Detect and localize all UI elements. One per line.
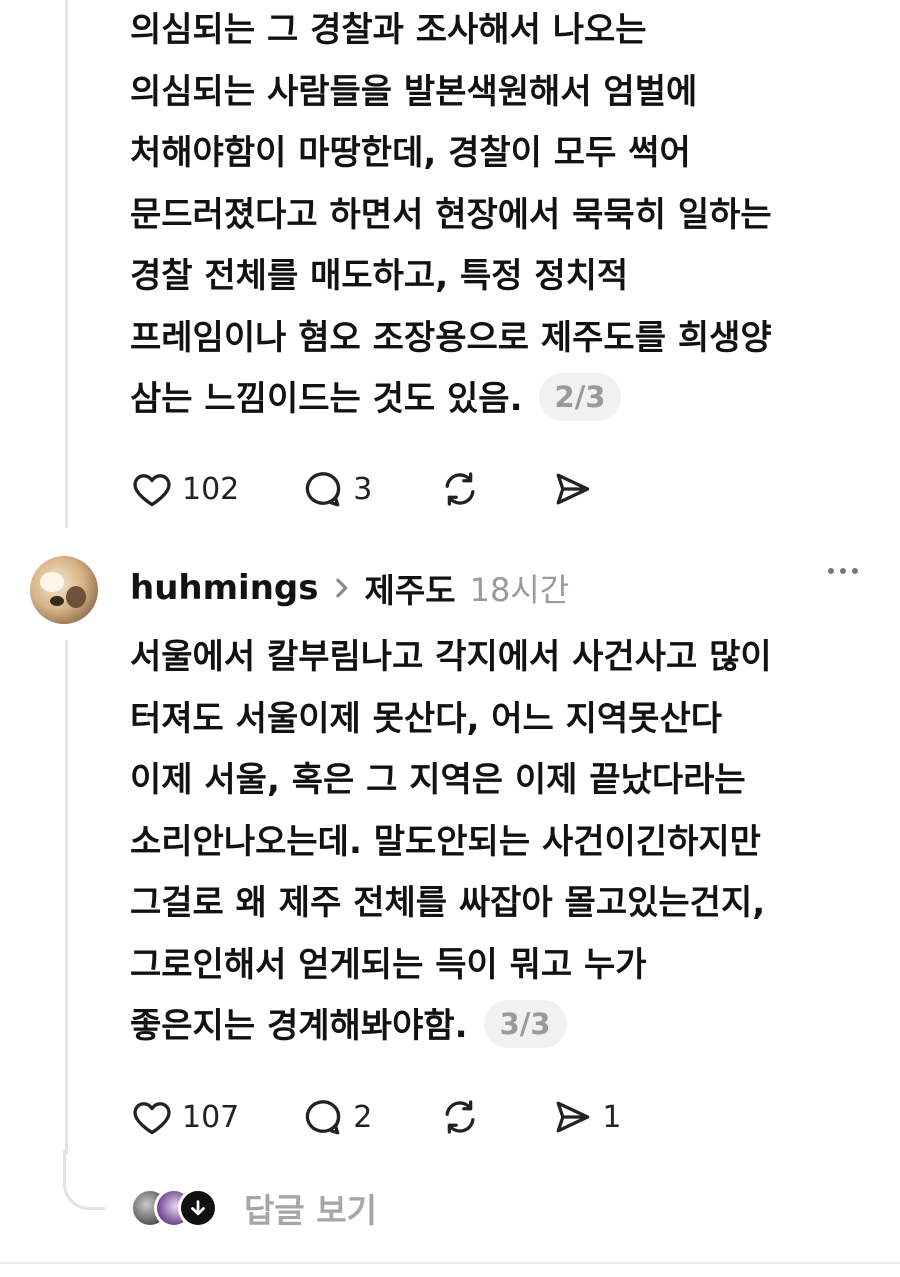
send-icon	[550, 1095, 594, 1139]
post1-actions: 102 3	[130, 464, 642, 514]
heart-icon	[130, 1095, 174, 1139]
post1-like-button[interactable]: 102	[130, 467, 239, 511]
timestamp: 18시간	[469, 571, 570, 609]
post2-like-count: 107	[182, 1099, 240, 1135]
topic-tag[interactable]: 제주도	[364, 564, 455, 612]
avatar[interactable]	[30, 556, 98, 624]
post2-line: 터져도 서울이제 못산다, 어느 지역못산다	[130, 698, 723, 739]
post2-line: 그걸로 왜 제주 전체를 싸잡아 몰고있는건지,	[130, 883, 766, 923]
post2-page-counter: 3/3	[483, 999, 567, 1048]
post1-body: 의심되는 그 경찰과 조사해서 나오는 의심되는 사람들을 발본색원해서 엄벌에…	[130, 0, 880, 431]
post1-line: 경찰 전체를 매도하고, 특정 정치적	[130, 256, 629, 296]
comment-bubble-icon	[301, 467, 345, 511]
chevron-right-icon	[332, 577, 350, 599]
post1-line: 문드러졌다고 하면서 현장에서 묵묵히 일하는	[130, 194, 772, 235]
post2-line: 그로인해서 얻게되는 득이 뭐고 누가	[130, 944, 647, 985]
post2-like-button[interactable]: 107	[130, 1095, 239, 1139]
repost-icon	[438, 467, 482, 511]
post2-share-count: 1	[602, 1099, 622, 1135]
post2-comment-count: 2	[353, 1099, 373, 1135]
divider	[0, 1262, 900, 1264]
post2-comment-button[interactable]: 2	[301, 1095, 372, 1139]
repost-icon	[438, 1095, 482, 1139]
post1-line: 의심되는 사람들을 발본색원해서 엄벌에	[130, 71, 698, 112]
post1-last-line: 삼는 느낌이드는 것도 있음.	[130, 379, 523, 419]
post2-header: huhmings 제주도 18시간	[130, 562, 569, 614]
comment-bubble-icon	[301, 1095, 345, 1139]
post1-comment-button[interactable]: 3	[301, 467, 372, 511]
post2-repost-button[interactable]	[438, 1095, 482, 1139]
post2-share-button[interactable]: 1	[550, 1095, 621, 1139]
thread-line-top	[65, 0, 68, 528]
post2-line: 서울에서 칼부림나고 각지에서 사건사고 많이	[130, 637, 772, 677]
post2-body: 서울에서 칼부림나고 각지에서 사건사고 많이 터져도 서울이제 못산다, 어느…	[130, 627, 880, 1058]
arrow-down-icon	[178, 1188, 218, 1228]
post1-repost-button[interactable]	[438, 467, 482, 511]
post2-line: 좋은지는 경계해봐야함. 3/3	[130, 996, 880, 1058]
post2-line: 소리안나오는데. 말도안되는 사건이긴하지만	[130, 821, 761, 862]
more-horizontal-icon[interactable]	[828, 568, 858, 574]
post1-like-count: 102	[182, 471, 240, 507]
heart-icon	[130, 467, 174, 511]
post1-share-button[interactable]	[550, 467, 594, 511]
thread-line-curve	[63, 1150, 105, 1210]
post1-comment-count: 3	[353, 471, 373, 507]
post2-last-line: 좋은지는 경계해봐야함.	[130, 1006, 468, 1046]
post1-line: 삼는 느낌이드는 것도 있음. 2/3	[130, 369, 880, 431]
thread-line-middle	[65, 640, 68, 1155]
view-replies-label: 답글 보기	[244, 1191, 377, 1230]
view-replies-button[interactable]: 답글 보기	[130, 1184, 377, 1232]
send-icon	[550, 467, 594, 511]
post1-line: 의심되는 그 경찰과 조사해서 나오는	[130, 10, 647, 50]
post2-line: 이제 서울, 혹은 그 지역은 이제 끝났다라는	[130, 760, 746, 800]
post2-actions: 107 2 1	[130, 1092, 669, 1142]
post1-line: 처해야함이 마땅한데, 경찰이 모두 썩어	[130, 133, 691, 173]
post1-line: 프레임이나 혐오 조장용으로 제주도를 희생양	[130, 317, 772, 358]
username[interactable]: huhmings	[130, 568, 318, 608]
post1-page-counter: 2/3	[538, 372, 622, 421]
